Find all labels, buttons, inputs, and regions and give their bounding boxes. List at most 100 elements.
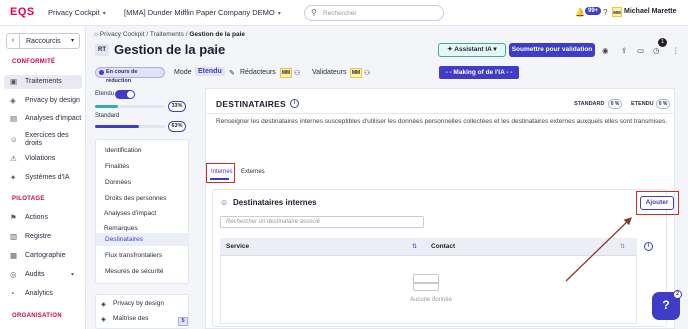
section-item[interactable]: Données <box>105 179 131 186</box>
redacteur-avatar[interactable]: MM <box>280 68 292 78</box>
making-of-ia-button[interactable]: - - Making of de l'IA - - <box>439 66 519 79</box>
sidebar-item-violations[interactable]: ⚠ Violations <box>4 155 82 163</box>
etendu-percent: 33% <box>168 101 186 112</box>
section-item-active[interactable]: Destinataires <box>105 236 143 243</box>
assistant-ia-button[interactable]: ✦ Assistant IA ▾ <box>438 43 506 57</box>
mode-toggle[interactable] <box>115 90 135 99</box>
validateur-avatar[interactable]: MM <box>350 68 362 78</box>
section-conformite: CONFORMITÉ <box>12 59 56 65</box>
standard-progress-bar <box>95 125 165 128</box>
analytics-icon: ◔ <box>10 289 15 298</box>
column-header-contact[interactable]: Contact <box>431 243 455 250</box>
sidebar-item-label: Cartographie <box>25 252 66 259</box>
table-body: Aucune donnée <box>220 256 637 324</box>
search-icon: ⚲ <box>311 8 317 17</box>
product-switcher[interactable]: Privacy Cockpit ▾ <box>48 8 106 17</box>
submit-validation-button[interactable]: Soumettre pour validation <box>509 43 595 57</box>
sidebar-item-traitements[interactable]: ▣ Traitements <box>4 75 82 89</box>
sidebar-item-privacy-by-design[interactable]: ◈ Privacy by design <box>4 97 82 105</box>
top-bar: EQS Privacy Cockpit ▾ [MMA] Dunder Miffli… <box>0 0 688 26</box>
search-placeholder: Rechercher un destinataire associé <box>226 219 321 225</box>
section-item[interactable]: Droits des personnes <box>105 195 166 202</box>
main-content: ⌂ Privacy Cockpit / Traitements / Gestio… <box>86 26 688 329</box>
section-organisation: ORGANISATION <box>12 313 62 319</box>
standard-percent: 63% <box>168 121 186 132</box>
alert-icon: ⚠ <box>10 154 17 163</box>
panel-title: DESTINATAIRES <box>216 99 286 109</box>
info-icon[interactable]: i <box>290 99 299 108</box>
sidebar-item-analytics[interactable]: ◔ Analytics <box>4 290 82 298</box>
empty-state-text: Aucune donnée <box>410 297 453 303</box>
help-icon[interactable]: ? <box>603 8 607 17</box>
column-header-service[interactable]: Service <box>226 243 249 250</box>
user-avatar[interactable]: MM <box>612 7 622 17</box>
user-check-icon: ☺ <box>10 135 18 144</box>
chevron-down-icon: ▾ <box>71 272 75 278</box>
section-item[interactable]: Privacy by design <box>113 300 164 307</box>
back-icon[interactable]: ‹ <box>7 34 20 48</box>
sidebar-item-systemes-ia[interactable]: ✦ Systèmes d'IA <box>4 174 82 182</box>
app-logo[interactable]: EQS <box>10 6 35 18</box>
sort-icon[interactable]: ⇅ <box>412 243 417 250</box>
section-item[interactable]: Analyses d'impact <box>104 210 156 217</box>
active-tab-indicator <box>210 178 229 180</box>
section-item[interactable]: Remarques <box>104 225 138 232</box>
check-icon: ◈ <box>101 316 106 323</box>
tab-internes[interactable]: Internes <box>211 169 233 175</box>
product-name: Privacy Cockpit <box>48 8 100 17</box>
info-icon[interactable]: i <box>644 242 653 251</box>
tab-externes[interactable]: Externes <box>241 169 265 175</box>
recipient-search-input[interactable]: Rechercher un destinataire associé <box>220 216 424 228</box>
section-item[interactable]: Mesures de sécurité <box>105 268 164 275</box>
folder-icon: ▣ <box>10 77 18 86</box>
sidebar-item-actions[interactable]: ⚑ Actions <box>4 214 82 222</box>
sidebar: ‹ Raccourcis ▾ CONFORMITÉ ▣ Traitements ◈… <box>0 26 86 329</box>
edit-icon[interactable]: ✎ <box>210 46 216 54</box>
record-type-badge: RT <box>95 44 109 56</box>
global-search[interactable]: ⚲ Rechercher <box>304 5 444 21</box>
breadcrumb-item[interactable]: Privacy Cockpit <box>100 31 145 38</box>
sidebar-item-audits[interactable]: ◎ Audits ▾ <box>4 271 82 279</box>
share-icon[interactable]: ⇪ <box>621 46 627 55</box>
standard-label: Standard <box>95 113 120 119</box>
bell-icon[interactable]: 🔔 <box>575 8 585 17</box>
mode-value[interactable]: Etendu <box>195 67 225 76</box>
sidebar-item-label: Analyses d'impact <box>25 115 82 122</box>
shortcuts-dropdown[interactable]: ‹ Raccourcis ▾ <box>6 33 80 49</box>
breadcrumb-item[interactable]: Traitements <box>150 31 184 38</box>
sidebar-item-analyses-impact[interactable]: ▤ Analyses d'impact <box>4 115 82 123</box>
sidebar-item-exercices-droits[interactable]: ☺ Exercices des droits <box>4 132 82 148</box>
more-icon[interactable]: ⋮ <box>672 46 680 55</box>
section-item[interactable]: Flux transfrontaliers <box>105 252 162 259</box>
sort-icon[interactable]: ⇅ <box>620 243 625 250</box>
section-item[interactable]: Finalités <box>105 163 129 170</box>
etendu-progress-bar <box>95 105 165 108</box>
breadcrumb: ⌂ Privacy Cockpit / Traitements / Gestio… <box>94 31 245 38</box>
add-button[interactable]: Ajouter <box>640 196 674 210</box>
toggle-knob <box>127 91 134 98</box>
sidebar-item-cartographie[interactable]: ▦ Cartographie <box>4 252 82 260</box>
sparkle-icon: ✦ <box>10 173 17 182</box>
user-add-icon[interactable]: ⚇ <box>364 69 370 77</box>
status-badge: En cours de réduction <box>95 67 165 84</box>
section-item[interactable]: Maîtrise des <box>113 315 148 322</box>
chart-icon: ▤ <box>10 114 18 123</box>
sidebar-item-registre[interactable]: ▥ Registre <box>4 233 82 241</box>
sidebar-item-label: Traitements <box>25 78 62 85</box>
pencil-icon: ✎ <box>229 70 235 77</box>
notification-count: 1 <box>658 38 667 47</box>
workspace-switcher[interactable]: [MMA] Dunder Mifflin Paper Company DEMO ▾ <box>124 8 281 17</box>
chevron-down-icon: ▾ <box>102 11 106 17</box>
user-icon: ☺ <box>220 198 229 207</box>
comment-icon[interactable]: ▭ <box>637 46 644 55</box>
status-dot-icon <box>99 70 104 75</box>
user-name[interactable]: Michael Marette <box>624 8 677 15</box>
user-add-icon[interactable]: ⚇ <box>294 69 300 77</box>
chevron-down-icon: ▾ <box>277 11 281 17</box>
history-icon[interactable]: ◷ <box>653 46 660 55</box>
audit-icon: ◎ <box>10 270 17 279</box>
section-item[interactable]: Identification <box>105 147 142 154</box>
sidebar-item-label: Systèmes d'IA <box>25 174 70 181</box>
destinataires-panel: DESTINATAIRES i STANDARD 0 % ETENDU 0 % … <box>205 88 679 329</box>
eye-icon[interactable]: ◉ <box>602 46 609 55</box>
